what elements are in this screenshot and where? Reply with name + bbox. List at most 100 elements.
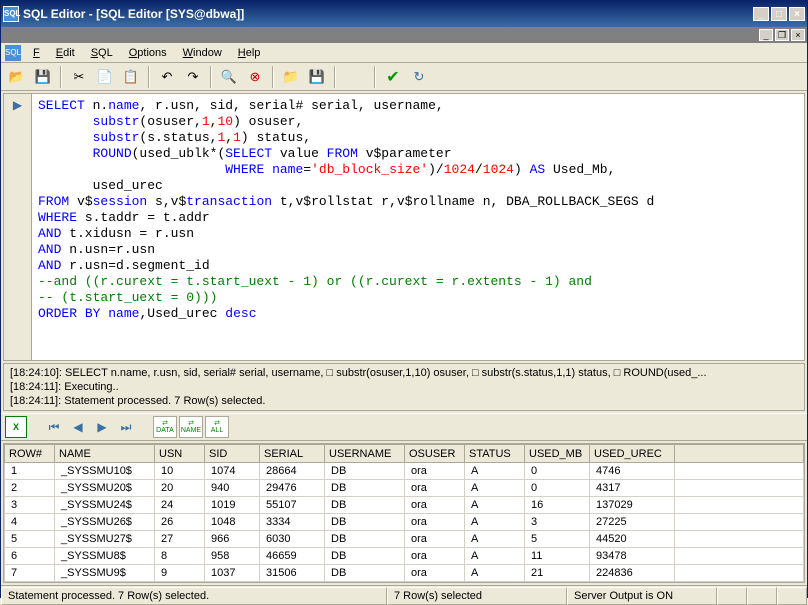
grid-cell[interactable]: 1037 xyxy=(205,565,260,582)
grid-cell[interactable]: DB xyxy=(325,565,405,582)
grid-cell[interactable]: 27 xyxy=(155,531,205,548)
grid-cell[interactable]: 5 xyxy=(525,531,590,548)
column-header[interactable]: SID xyxy=(205,445,260,463)
grid-cell[interactable]: 5 xyxy=(5,531,55,548)
result-grid[interactable]: ROW#NAMEUSNSIDSERIALUSERNAMEOSUSERSTATUS… xyxy=(4,444,804,582)
grid-cell[interactable]: 940 xyxy=(205,480,260,497)
grid-cell[interactable]: 6030 xyxy=(260,531,325,548)
grid-cell[interactable]: _SYSSMU10$ xyxy=(55,463,155,480)
grid-cell[interactable]: _SYSSMU27$ xyxy=(55,531,155,548)
column-header[interactable]: USED_UREC xyxy=(590,445,675,463)
grid-cell[interactable]: 224836 xyxy=(590,565,675,582)
grid-cell[interactable]: A xyxy=(465,548,525,565)
refresh-icon[interactable]: ↻ xyxy=(407,65,431,89)
grid-cell[interactable]: ora xyxy=(405,531,465,548)
column-header[interactable]: SERIAL xyxy=(260,445,325,463)
table-row[interactable]: 3_SYSSMU24$24101955107DBoraA16137029 xyxy=(5,497,804,514)
table-row[interactable]: 4_SYSSMU26$2610483334DBoraA327225 xyxy=(5,514,804,531)
sql-editor[interactable]: SELECT n.name, r.usn, sid, serial# seria… xyxy=(32,94,804,360)
copy-icon[interactable]: 📄 xyxy=(93,65,117,89)
last-record-icon[interactable]: ⏭ xyxy=(115,416,137,438)
grid-cell[interactable]: 21 xyxy=(525,565,590,582)
mdi-restore-button[interactable]: ❐ xyxy=(775,29,789,41)
save-icon[interactable]: 💾 xyxy=(31,65,55,89)
grid-cell[interactable]: 1 xyxy=(5,463,55,480)
export-excel-icon[interactable]: X xyxy=(5,416,27,438)
column-header[interactable]: USERNAME xyxy=(325,445,405,463)
cut-icon[interactable]: ✂ xyxy=(67,65,91,89)
clear-icon[interactable]: ⊗ xyxy=(243,65,267,89)
grid-cell[interactable]: 1048 xyxy=(205,514,260,531)
grid-cell[interactable]: 137029 xyxy=(590,497,675,514)
close-button[interactable]: × xyxy=(789,7,805,21)
grid-cell[interactable]: 27225 xyxy=(590,514,675,531)
grid-cell[interactable]: 44520 xyxy=(590,531,675,548)
grid-cell[interactable]: 8 xyxy=(155,548,205,565)
table-row[interactable]: 1_SYSSMU10$10107428664DBoraA04746 xyxy=(5,463,804,480)
grid-cell[interactable]: DB xyxy=(325,480,405,497)
first-record-icon[interactable]: ⏮ xyxy=(43,416,65,438)
grid-cell[interactable]: 3 xyxy=(525,514,590,531)
table-row[interactable]: 7_SYSSMU9$9103731506DBoraA21224836 xyxy=(5,565,804,582)
grid-cell[interactable]: _SYSSMU20$ xyxy=(55,480,155,497)
menu-sql[interactable]: SQL xyxy=(83,45,121,61)
grid-cell[interactable]: 966 xyxy=(205,531,260,548)
grid-cell[interactable]: DB xyxy=(325,497,405,514)
grid-cell[interactable]: 29476 xyxy=(260,480,325,497)
redo-icon[interactable]: ↷ xyxy=(181,65,205,89)
grid-cell[interactable]: 1019 xyxy=(205,497,260,514)
grid-cell[interactable]: A xyxy=(465,463,525,480)
grid-cell[interactable]: _SYSSMU9$ xyxy=(55,565,155,582)
grid-cell[interactable]: 55107 xyxy=(260,497,325,514)
prev-record-icon[interactable]: ◀ xyxy=(67,416,89,438)
grid-cell[interactable]: 9 xyxy=(155,565,205,582)
grid-cell[interactable]: 4 xyxy=(5,514,55,531)
undo-icon[interactable]: ↶ xyxy=(155,65,179,89)
grid-cell[interactable]: A xyxy=(465,565,525,582)
column-header[interactable]: USN xyxy=(155,445,205,463)
grid-cell[interactable]: 6 xyxy=(5,548,55,565)
column-header[interactable]: STATUS xyxy=(465,445,525,463)
grid-cell[interactable]: _SYSSMU24$ xyxy=(55,497,155,514)
column-header[interactable]: USED_MB xyxy=(525,445,590,463)
grid-cell[interactable]: 1074 xyxy=(205,463,260,480)
grid-cell[interactable]: A xyxy=(465,514,525,531)
grid-cell[interactable]: 16 xyxy=(525,497,590,514)
grid-cell[interactable]: ora xyxy=(405,548,465,565)
column-header[interactable]: OSUSER xyxy=(405,445,465,463)
table-row[interactable]: 6_SYSSMU8$895846659DBoraA1193478 xyxy=(5,548,804,565)
grid-cell[interactable]: 31506 xyxy=(260,565,325,582)
grid-cell[interactable]: ora xyxy=(405,514,465,531)
grid-cell[interactable]: 2 xyxy=(5,480,55,497)
grid-cell[interactable]: 28664 xyxy=(260,463,325,480)
grid-cell[interactable]: _SYSSMU26$ xyxy=(55,514,155,531)
grid-cell[interactable]: 10 xyxy=(155,463,205,480)
grid-cell[interactable]: DB xyxy=(325,548,405,565)
menu-window[interactable]: Window xyxy=(175,45,230,61)
save-folder-icon[interactable]: 💾 xyxy=(305,65,329,89)
maximize-button[interactable]: □ xyxy=(771,7,787,21)
grid-cell[interactable]: 3334 xyxy=(260,514,325,531)
grid-cell[interactable]: 46659 xyxy=(260,548,325,565)
grid-cell[interactable]: 4746 xyxy=(590,463,675,480)
grid-cell[interactable]: 0 xyxy=(525,463,590,480)
grid-cell[interactable]: 93478 xyxy=(590,548,675,565)
view-all-button[interactable]: ⇄ALL xyxy=(205,416,229,438)
grid-cell[interactable]: 24 xyxy=(155,497,205,514)
menu-file[interactable]: F xyxy=(25,45,48,61)
column-header[interactable]: ROW# xyxy=(5,445,55,463)
table-row[interactable]: 2_SYSSMU20$2094029476DBoraA04317 xyxy=(5,480,804,497)
find-icon[interactable]: 🔍 xyxy=(217,65,241,89)
grid-cell[interactable]: DB xyxy=(325,531,405,548)
grid-cell[interactable]: ora xyxy=(405,565,465,582)
grid-cell[interactable]: 26 xyxy=(155,514,205,531)
grid-cell[interactable]: 0 xyxy=(525,480,590,497)
grid-cell[interactable]: 11 xyxy=(525,548,590,565)
grid-cell[interactable]: DB xyxy=(325,463,405,480)
menu-help[interactable]: Help xyxy=(230,45,269,61)
grid-cell[interactable]: 958 xyxy=(205,548,260,565)
grid-cell[interactable]: 4317 xyxy=(590,480,675,497)
grid-cell[interactable]: _SYSSMU8$ xyxy=(55,548,155,565)
menu-options[interactable]: Options xyxy=(121,45,175,61)
column-header[interactable]: NAME xyxy=(55,445,155,463)
